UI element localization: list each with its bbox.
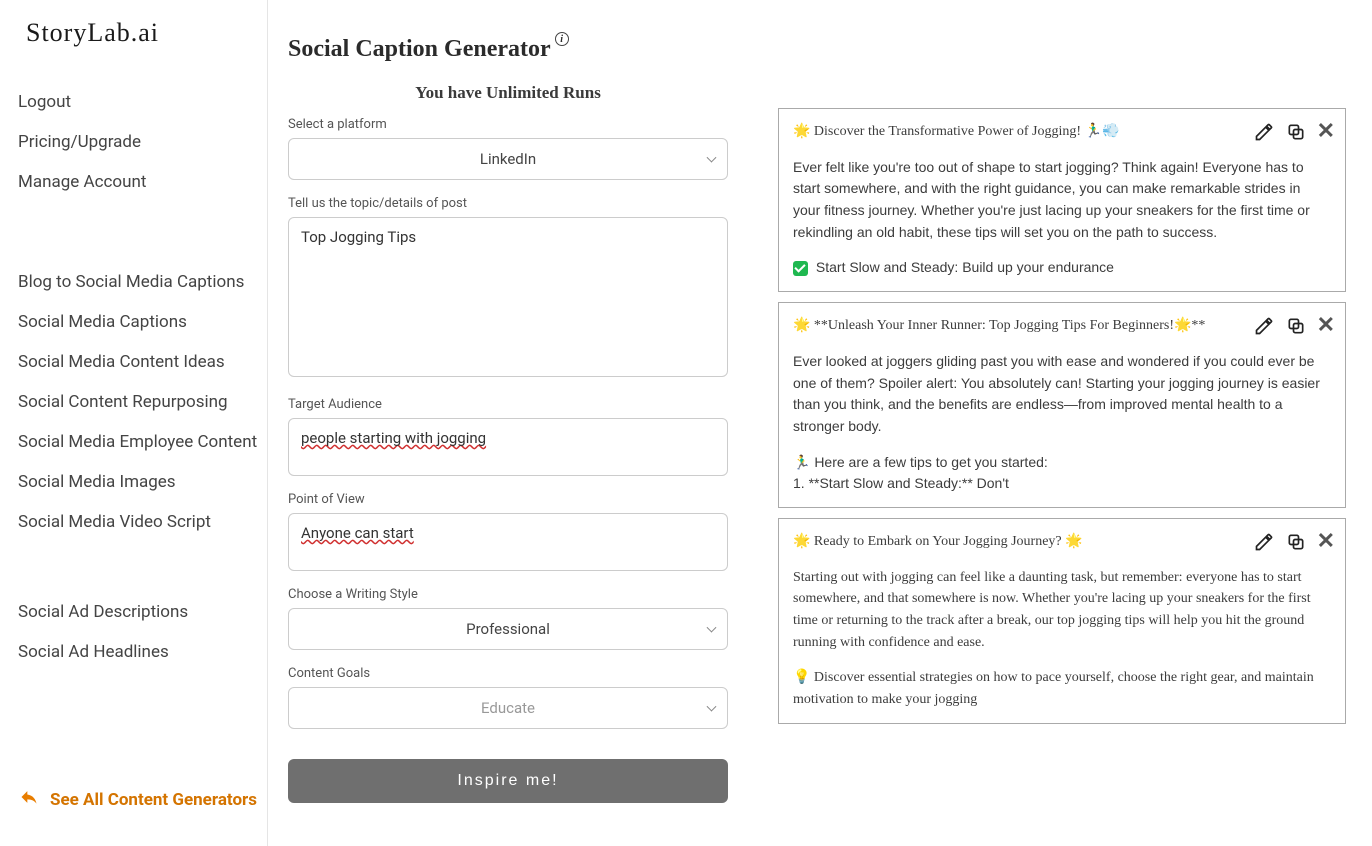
inspire-button[interactable]: Inspire me! (288, 759, 728, 803)
result-card: ✕ 🌟 **Unleash Your Inner Runner: Top Jog… (778, 302, 1346, 508)
edit-icon[interactable] (1253, 315, 1275, 337)
edit-icon[interactable] (1253, 531, 1275, 553)
main-content: Social Caption Generator i You have Unli… (268, 0, 1372, 846)
result-footer: 💡 Discover essential strategies on how t… (793, 667, 1331, 710)
sidebar-link-pricing[interactable]: Pricing/Upgrade (18, 122, 267, 162)
topic-textarea[interactable] (288, 217, 728, 377)
topic-label: Tell us the topic/details of post (288, 196, 748, 211)
goals-label: Content Goals (288, 666, 748, 681)
brand-logo: StoryLab.ai (26, 18, 267, 48)
result-title: 🌟 **Unleash Your Inner Runner: Top Joggi… (793, 315, 1331, 337)
sidebar-link-logout[interactable]: Logout (18, 82, 267, 122)
sidebar-link-content-repurposing[interactable]: Social Content Repurposing (18, 382, 267, 422)
close-icon[interactable]: ✕ (1317, 531, 1335, 553)
goals-select[interactable]: Educate (288, 687, 728, 729)
result-body: Starting out with jogging can feel like … (793, 567, 1331, 654)
result-title: 🌟 Ready to Embark on Your Jogging Journe… (793, 531, 1331, 553)
style-label: Choose a Writing Style (288, 587, 748, 602)
audience-label: Target Audience (288, 397, 748, 412)
reply-arrow-icon (18, 787, 40, 812)
edit-icon[interactable] (1253, 121, 1275, 143)
results-column: ✕ 🌟 Discover the Transformative Power of… (778, 36, 1362, 826)
result-footer: Start Slow and Steady: Build up your end… (793, 257, 1331, 279)
close-icon[interactable]: ✕ (1317, 315, 1335, 337)
see-all-generators-link[interactable]: See All Content Generators (18, 787, 257, 812)
sidebar-account-section: Logout Pricing/Upgrade Manage Account (18, 82, 267, 202)
sidebar-link-social-images[interactable]: Social Media Images (18, 462, 267, 502)
platform-label: Select a platform (288, 117, 748, 132)
result-card: ✕ 🌟 Discover the Transformative Power of… (778, 108, 1346, 292)
sidebar-link-employee-content[interactable]: Social Media Employee Content (18, 422, 267, 462)
runs-subtitle: You have Unlimited Runs (288, 83, 728, 103)
sidebar-link-blog-to-social[interactable]: Blog to Social Media Captions (18, 262, 267, 302)
sidebar-ads-section: Social Ad Descriptions Social Ad Headlin… (18, 592, 267, 672)
result-card: ✕ 🌟 Ready to Embark on Your Jogging Jour… (778, 518, 1346, 724)
pov-label: Point of View (288, 492, 748, 507)
copy-icon[interactable] (1285, 121, 1307, 143)
copy-icon[interactable] (1285, 531, 1307, 553)
sidebar-link-ad-headlines[interactable]: Social Ad Headlines (18, 632, 267, 672)
info-icon[interactable]: i (555, 32, 569, 46)
sidebar-link-content-ideas[interactable]: Social Media Content Ideas (18, 342, 267, 382)
pov-input[interactable]: Anyone can start (288, 513, 728, 571)
result-body: Ever looked at joggers gliding past you … (793, 351, 1331, 438)
sidebar: StoryLab.ai Logout Pricing/Upgrade Manag… (0, 0, 268, 846)
platform-select[interactable]: LinkedIn (288, 138, 728, 180)
sidebar-link-social-captions[interactable]: Social Media Captions (18, 302, 267, 342)
sidebar-link-manage-account[interactable]: Manage Account (18, 162, 267, 202)
style-select[interactable]: Professional (288, 608, 728, 650)
page-title: Social Caption Generator i (288, 36, 748, 63)
sidebar-link-video-script[interactable]: Social Media Video Script (18, 502, 267, 542)
result-title: 🌟 Discover the Transformative Power of J… (793, 121, 1331, 143)
form-column: Social Caption Generator i You have Unli… (288, 36, 778, 826)
sidebar-link-ad-descriptions[interactable]: Social Ad Descriptions (18, 592, 267, 632)
sidebar-tools-section: Blog to Social Media Captions Social Med… (18, 262, 267, 542)
copy-icon[interactable] (1285, 315, 1307, 337)
result-footer: 🏃‍♂️ Here are a few tips to get you star… (793, 452, 1331, 495)
see-all-label: See All Content Generators (50, 790, 257, 810)
result-body: Ever felt like you're too out of shape t… (793, 157, 1331, 244)
check-icon (793, 261, 808, 276)
close-icon[interactable]: ✕ (1317, 121, 1335, 143)
audience-input[interactable]: people starting with jogging (288, 418, 728, 476)
